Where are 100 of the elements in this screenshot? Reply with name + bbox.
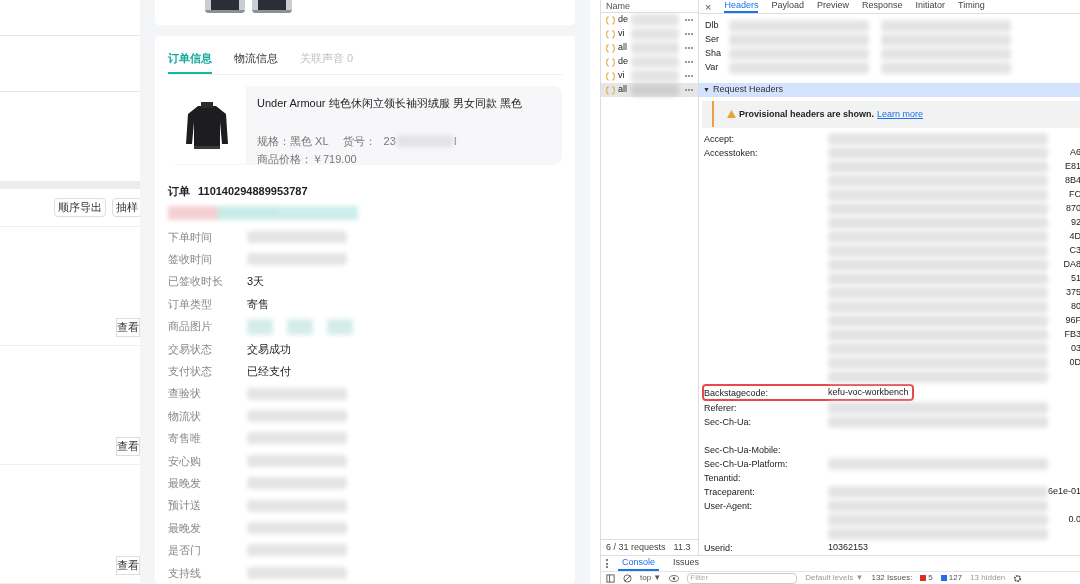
header-name: Sec-Ch-Ua-Platform: [704,458,789,471]
request-row[interactable]: de [601,55,698,69]
spec-label: 规格： [257,133,290,149]
field-label: 最晚发 [168,476,202,491]
transfer-size: 11.3 [673,540,691,554]
product-title: Under Armour 纯色休闲立领长袖羽绒服 男女同款 黑色 [257,96,522,112]
header-name: Accept: [704,133,735,146]
export-button[interactable]: 顺序导出 [54,198,106,217]
header-value: 10362153 [828,541,869,555]
request-row[interactable]: all [601,83,698,97]
redacted-blur [631,42,679,54]
request-row[interactable]: all [601,41,698,55]
eye-icon[interactable] [669,574,680,582]
view-button[interactable]: 查看 [116,556,140,575]
header-name: Sha [705,47,722,61]
header-name: Traceparent: [704,486,756,499]
field-label: 查验状 [168,386,202,402]
column-header: Name [601,0,698,13]
json-file-icon [606,43,615,53]
header-value: 0.0 [1068,513,1080,527]
field-value: 寄售 [247,296,269,312]
sidebar-icon[interactable] [606,573,615,583]
header-value: 0D [1069,356,1080,370]
field-label: 预计送 [168,498,202,514]
header-value: kefu-voc-workbench [828,385,909,399]
sku-value: 23 [383,133,396,149]
header-value: 51 [1071,272,1080,286]
price-label: 商品价格： [257,152,312,166]
field-value: 3天 [247,274,265,290]
tab[interactable]: Preview [817,0,849,13]
header-value: 4D [1069,230,1080,244]
header-name: Sec-Ch-Ua-Mobile: [704,444,782,457]
tab[interactable]: Headers [724,0,759,13]
settings-icon[interactable] [1013,573,1023,583]
tab[interactable]: Payload [771,0,804,13]
header-name: Backstagecode: [704,386,770,400]
field-label: 支付状态 [168,364,213,380]
tab[interactable]: Initiator [915,0,946,13]
header-value: 80 [1071,300,1080,314]
header-value: 8B4 [1065,174,1080,188]
header-name: Accesstoken: [704,147,759,160]
tab[interactable]: Issues [669,556,704,571]
header-name: User-Agent: [704,500,754,513]
filter-field[interactable]: Filter [687,572,798,584]
tab[interactable]: 物流信息 [234,49,278,75]
json-file-icon [606,71,615,81]
hidden-count: 13 hidden [970,572,1006,584]
field-label: 已签收时长 [168,274,224,290]
json-file-icon [606,15,615,25]
tab[interactable]: Console [618,556,660,571]
request-row[interactable]: de [601,13,698,27]
header-value: FB3 [1064,328,1080,342]
field-label: 寄售唯 [168,431,202,447]
field-label: 商品图片 [168,319,213,335]
field-label: 最晚发 [168,520,202,536]
json-file-icon [606,57,615,67]
issues-label: 132 Issues: [871,572,913,584]
clear-icon[interactable] [623,573,632,583]
sku-value: I [453,133,457,149]
field-label: 支持线 [168,565,202,581]
order-label: 订单 [168,184,190,200]
field-label: 签收时间 [168,252,213,268]
request-row[interactable]: vi [601,27,698,41]
learn-more-link[interactable]: Learn more [877,107,924,122]
header-name: Referer: [704,402,738,415]
field-label: 订单类型 [168,296,213,312]
field-label: 下单时间 [168,229,213,245]
header-name: Var [705,61,720,75]
tab[interactable]: Timing [958,0,985,13]
field-value: 交易成功 [247,341,291,357]
header-value: 96F [1065,314,1080,328]
error-count: 5 [920,572,933,584]
header-name: Userid: [704,542,734,555]
close-button[interactable]: × [705,2,712,13]
view-button[interactable]: 查看 [116,318,140,337]
redacted-blur [287,318,313,335]
request-row[interactable]: vi [601,69,698,83]
header-name: Sec-Ch-Ua: [704,416,752,429]
warning-count: 127 [940,572,963,584]
request-count: 6 / 31 requests [606,540,666,554]
context-select[interactable]: top ▼ [640,572,662,584]
sku-label: 货号： [342,133,376,149]
header-value: E81 [1065,160,1080,174]
header-value: 92 [1071,216,1080,230]
field-label: 安心购 [168,453,202,469]
price-value: ￥719.00 [312,152,357,166]
header-name: Ser [705,33,720,47]
spec-value: 黑色 XL [290,133,329,149]
header-value: 870 [1066,202,1080,216]
view-button[interactable]: 查看 [116,437,140,456]
field-value: 已经支付 [247,364,291,380]
tab[interactable]: Response [862,0,903,13]
export-button[interactable]: 抽样 [112,198,140,217]
header-value: A6 [1070,146,1080,160]
header-value: 03 [1071,342,1080,356]
header-value: C3 [1069,244,1080,258]
json-file-icon [606,29,615,39]
redacted-blur [631,56,679,68]
redacted-blur [631,84,679,96]
redacted-blur [631,14,679,26]
